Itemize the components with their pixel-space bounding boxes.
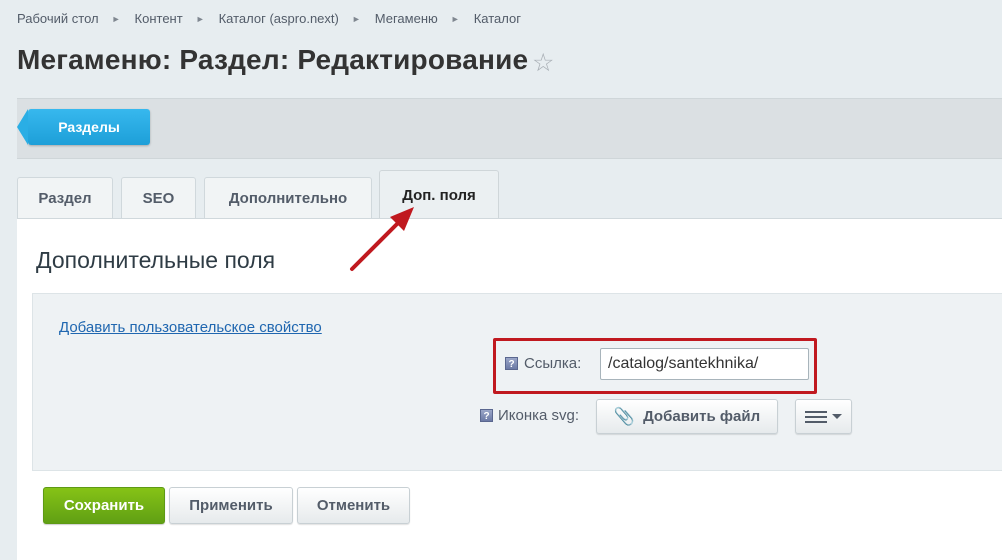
menu-icon bbox=[805, 410, 827, 423]
help-icon[interactable]: ? bbox=[505, 357, 518, 370]
tab-extra-fields[interactable]: Доп. поля bbox=[379, 170, 499, 219]
add-file-label: Добавить файл bbox=[643, 408, 761, 425]
link-label: Ссылка: bbox=[524, 355, 582, 372]
tab-additional[interactable]: Дополнительно bbox=[204, 177, 372, 218]
page-title: Мегаменю: Раздел: Редактирование bbox=[17, 44, 529, 75]
chevron-right-icon: ► bbox=[195, 13, 205, 24]
cancel-button[interactable]: Отменить bbox=[297, 487, 410, 524]
add-property-link[interactable]: Добавить пользовательское свойство bbox=[59, 319, 322, 336]
save-button[interactable]: Сохранить bbox=[43, 487, 165, 524]
breadcrumb-item-megamenu[interactable]: Мегаменю bbox=[375, 11, 438, 26]
chevron-right-icon: ► bbox=[111, 13, 121, 24]
section-title: Дополнительные поля bbox=[36, 247, 276, 273]
tab-section[interactable]: Раздел bbox=[17, 177, 113, 218]
breadcrumb-item-desktop[interactable]: Рабочий стол bbox=[17, 11, 99, 26]
breadcrumb: Рабочий стол ► Контент ► Каталог (aspro.… bbox=[17, 11, 521, 26]
add-file-button[interactable]: 📎 Добавить файл bbox=[596, 399, 778, 434]
icon-svg-label: Иконка svg: bbox=[498, 407, 580, 424]
chevron-right-icon: ► bbox=[450, 13, 460, 24]
star-icon[interactable]: ☆ bbox=[532, 51, 554, 76]
file-menu-button[interactable] bbox=[795, 399, 852, 434]
chevron-down-icon bbox=[832, 414, 842, 419]
link-field[interactable] bbox=[600, 348, 809, 380]
toolbar: Разделы bbox=[17, 98, 1002, 159]
paperclip-icon: 📎 bbox=[613, 406, 636, 426]
sections-button[interactable]: Разделы bbox=[17, 109, 150, 145]
help-icon[interactable]: ? bbox=[480, 409, 493, 422]
breadcrumb-item-catalog[interactable]: Каталог bbox=[474, 11, 521, 26]
breadcrumb-item-catalog-aspro[interactable]: Каталог (aspro.next) bbox=[219, 11, 339, 26]
chevron-right-icon: ► bbox=[351, 13, 361, 24]
apply-button[interactable]: Применить bbox=[169, 487, 293, 524]
breadcrumb-item-content[interactable]: Контент bbox=[135, 11, 183, 26]
tab-seo[interactable]: SEO bbox=[121, 177, 196, 218]
fields-box: Добавить пользовательское свойство ? Ссы… bbox=[32, 293, 1002, 471]
